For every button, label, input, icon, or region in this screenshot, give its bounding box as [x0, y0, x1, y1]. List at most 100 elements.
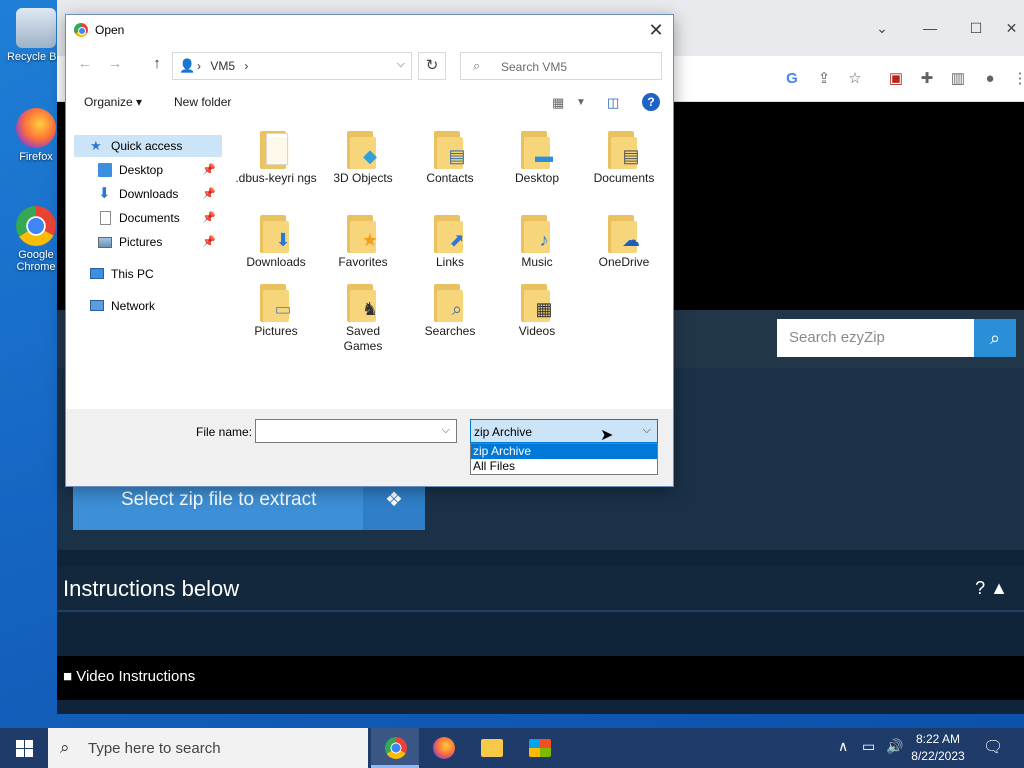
search-icon: ⌕ — [473, 58, 481, 73]
chess-icon: ♞ — [361, 299, 379, 319]
nav-label: This PC — [111, 267, 154, 281]
ezyzip-search-input[interactable]: Search ezyZip — [777, 319, 975, 357]
share-icon[interactable]: ⇪ — [813, 68, 835, 90]
folder-favorites[interactable]: ★ Favorites — [321, 215, 405, 293]
extensions-puzzle-icon[interactable]: ✚ — [916, 68, 938, 90]
folder-3d-objects[interactable]: ◆ 3D Objects — [321, 131, 405, 209]
folder-documents[interactable]: ▤ Documents — [582, 131, 666, 209]
google-icon[interactable]: G — [781, 68, 803, 90]
taskbar-store[interactable] — [515, 728, 563, 768]
organize-button[interactable]: Organize ▾ — [84, 95, 142, 109]
folder-contacts[interactable]: ▤ Contacts — [408, 131, 492, 209]
folder-dbus-keyrings[interactable]: .dbus-keyri ngs — [234, 131, 318, 209]
star-icon: ★ — [90, 138, 102, 153]
folder-links[interactable]: ⬈ Links — [408, 215, 492, 293]
folder-pictures[interactable]: ▭ Pictures — [234, 284, 318, 362]
taskbar-search[interactable]: ⌕ Type here to search — [48, 728, 368, 768]
nav-desktop[interactable]: Desktop 📌 — [74, 159, 222, 181]
network-icon[interactable]: ▭ — [862, 738, 875, 755]
store-bag-icon — [529, 739, 551, 757]
open-file-dialog: Open ✕ ← → ↑ 👤 › VM5 › ⌵ ↻ ⌕ Search VM5 … — [65, 14, 674, 487]
pin-icon: 📌 — [202, 212, 216, 224]
chevron-down-icon[interactable]: ⌵ — [442, 424, 450, 437]
nav-downloads[interactable]: ⬇ Downloads 📌 — [74, 183, 222, 205]
folder-label: OneDrive — [598, 255, 650, 269]
address-bar[interactable]: 👤 › VM5 › ⌵ — [172, 52, 412, 80]
folder-label: Music — [521, 255, 553, 269]
video-instructions-bar[interactable]: ■ Video Instructions — [57, 656, 1024, 700]
folder-music[interactable]: ♪ Music — [495, 215, 579, 293]
back-arrow-icon[interactable]: ← — [76, 55, 94, 75]
help-icon[interactable]: ? — [642, 93, 660, 111]
document-icon: ▤ — [622, 146, 640, 166]
folder-desktop[interactable]: ▬ Desktop — [495, 131, 579, 209]
up-arrow-icon[interactable]: ↑ — [148, 55, 166, 75]
nav-label: Downloads — [119, 187, 179, 201]
taskbar-chrome[interactable] — [371, 728, 419, 768]
monitor-icon: ▬ — [535, 146, 553, 166]
tab-list-chevron-icon[interactable]: ⌄ — [859, 14, 905, 42]
folder-searches[interactable]: ⌕ Searches — [408, 284, 492, 362]
nav-label: Desktop — [119, 163, 164, 177]
start-button[interactable] — [0, 728, 48, 768]
pin-icon: 📌 — [202, 236, 216, 248]
folder-search-input[interactable]: ⌕ Search VM5 — [460, 52, 662, 80]
folder-label: Favorites — [338, 255, 388, 269]
volume-icon[interactable]: 🔊 — [886, 738, 903, 755]
chevron-down-icon[interactable]: ▼ — [576, 97, 586, 108]
ezyzip-search-button[interactable]: ⌕ — [974, 319, 1016, 357]
folder-saved-games[interactable]: ♞ Saved Games — [321, 284, 405, 362]
view-options-icon[interactable]: ▦ — [552, 95, 564, 111]
breadcrumb[interactable]: › VM5 › — [197, 59, 248, 73]
folder-label: Videos — [518, 324, 556, 338]
chevron-down-icon[interactable]: ⌵ — [397, 58, 405, 71]
preview-pane-icon[interactable]: ◫ — [607, 95, 619, 111]
breadcrumb-vm5[interactable]: VM5 — [210, 59, 235, 73]
file-type-select[interactable]: zip Archive ⌵ — [470, 419, 658, 443]
nav-network[interactable]: Network — [74, 295, 222, 317]
nav-pictures[interactable]: Pictures 📌 — [74, 231, 222, 253]
taskbar-clock[interactable]: 8:22 AM 8/22/2023 — [906, 731, 970, 765]
instructions-bar: Instructions below ? ▲ — [57, 566, 1024, 612]
file-name-input[interactable]: ⌵ — [255, 419, 457, 443]
folder-onedrive[interactable]: ☁ OneDrive — [582, 215, 666, 293]
side-panel-icon[interactable]: ▥ — [947, 68, 969, 90]
close-window-button[interactable]: ✕ — [999, 14, 1024, 42]
file-type-option-zip[interactable]: zip Archive — [471, 444, 657, 459]
folder-search-placeholder: Search VM5 — [501, 60, 568, 74]
dropbox-icon: ❖ — [385, 489, 403, 511]
extension-badge-icon[interactable]: ▣ — [885, 68, 907, 90]
maximize-button[interactable]: ☐ — [953, 14, 999, 42]
chevron-up-icon[interactable]: ∧ — [838, 738, 848, 755]
folder-downloads[interactable]: ⬇ Downloads — [234, 215, 318, 293]
new-folder-button[interactable]: New folder — [174, 95, 231, 109]
folder-videos[interactable]: ▦ Videos — [495, 284, 579, 362]
navigation-pane: ★ Quick access Desktop 📌 ⬇ Downloads 📌 D… — [66, 127, 226, 409]
clock-date: 8/22/2023 — [911, 749, 965, 763]
chevron-down-icon[interactable]: ⌵ — [643, 424, 651, 437]
search-icon: ⌕ — [60, 738, 70, 757]
minimize-button[interactable]: — — [907, 14, 953, 42]
nav-documents[interactable]: Documents 📌 — [74, 207, 222, 229]
taskbar-file-explorer[interactable] — [467, 728, 515, 768]
video-instructions-label: Video Instructions — [76, 668, 196, 685]
mouse-cursor-icon: ➤ — [600, 427, 614, 444]
nav-this-pc[interactable]: This PC — [74, 263, 222, 285]
desktop-icon-label: Firefox — [19, 151, 53, 163]
computer-icon — [90, 268, 104, 279]
pin-icon: 📌 — [202, 164, 216, 176]
taskbar-firefox[interactable] — [419, 728, 467, 768]
forward-arrow-icon[interactable]: → — [106, 55, 124, 75]
refresh-button[interactable]: ↻ — [418, 52, 446, 80]
dialog-close-button[interactable]: ✕ — [645, 19, 667, 41]
profile-avatar-icon[interactable]: ● — [979, 68, 1001, 90]
file-type-option-all[interactable]: All Files — [471, 459, 657, 474]
nav-quick-access[interactable]: ★ Quick access — [74, 135, 222, 157]
instructions-toggle[interactable]: ? ▲ — [975, 578, 1008, 599]
notifications-icon[interactable]: 🗨 — [983, 737, 1003, 757]
magnifier-icon: ⌕ — [451, 299, 463, 319]
bookmark-star-icon[interactable]: ☆ — [844, 68, 866, 90]
cube-icon: ◆ — [363, 146, 377, 166]
contact-card-icon: ▤ — [448, 146, 466, 166]
menu-kebab-icon[interactable]: ⋮ — [1009, 68, 1024, 90]
